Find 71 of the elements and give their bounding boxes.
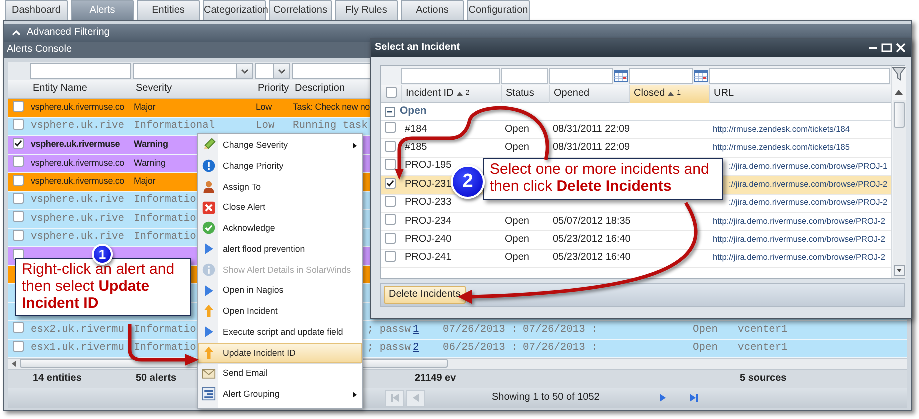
table-cell-text: PROJ-234 [404, 216, 452, 228]
table-cell: vsphere.uk.rive [30, 120, 125, 132]
table-cell-text: Open [504, 124, 530, 136]
table-cell: Running task [292, 120, 368, 132]
table-cell-text: 08/31/2011 22:09 [552, 124, 630, 136]
table-cell: Major [133, 176, 156, 188]
table-cell-text: 08/31/2011 22:09 [552, 142, 630, 154]
table-cell-text: PROJ-195 [404, 160, 452, 172]
table-cell-text: 05/23/2012 16:40 [552, 252, 631, 264]
group-label: Open [400, 105, 427, 118]
table-cell-text: ://jira.demo.rivermuse.com/browse/PROJ-2 [728, 180, 888, 190]
table-cell: Open [692, 324, 718, 336]
table-cell: 07/26/2013 : [522, 342, 598, 354]
table-cell: esx2.uk.rivermu [30, 324, 125, 336]
table-cell: 06/25/2013 : [442, 342, 518, 354]
table-cell: Informatio [133, 212, 196, 225]
table-cell: Warning [133, 158, 166, 169]
table-cell-text: http://rmuse.zendesk.com/tickets/185 [712, 143, 850, 154]
table-cell: esx1.uk.rivermu [30, 342, 125, 354]
table-cell: 07/26/2013 : [522, 324, 598, 336]
table-cell: Low [255, 120, 275, 132]
entity-count: 14 entities [32, 373, 82, 385]
table-cell-text: Open [504, 252, 530, 264]
table-cell-text: #184 [404, 124, 428, 136]
table-cell-text: Open [504, 234, 530, 246]
table-cell-text: #185 [404, 142, 428, 154]
table-cell: Open [692, 342, 718, 354]
table-cell-text: Open [504, 142, 530, 154]
callout-tooltip: Select one or more incidents and then click Delete Incidents [483, 158, 723, 200]
table-cell: Informatio [133, 324, 196, 336]
table-cell: vsphere.uk.rive [30, 231, 125, 244]
table-cell: vcenter1 [737, 324, 788, 336]
alert-count: 50 alerts [135, 373, 177, 385]
panel-title: Alerts Console [7, 44, 72, 55]
table-cell: Task: Check new no [292, 102, 370, 114]
table-cell: ; passw [366, 324, 412, 336]
table-cell-text: http://rmuse.zendesk.com/tickets/184 [712, 124, 850, 135]
table-cell-text: PROJ-240 [404, 234, 452, 246]
pager-status: Showing 1 to 50 of 1052 [492, 392, 600, 404]
table-cell: vsphere.uk.rivermuse.co [30, 158, 124, 169]
callout-tooltip: Right-click an alert and then select Update Incident ID [15, 258, 191, 316]
table-cell-text: 05/07/2012 18:35 [552, 216, 631, 228]
table-cell: Warning [133, 139, 168, 150]
table-cell-text: PROJ-231 [404, 178, 452, 191]
table-cell: vcenter1 [737, 342, 788, 354]
source-count: 5 sources [739, 373, 787, 385]
table-cell: vsphere.uk.rive [30, 194, 125, 206]
table-cell-text: Open [504, 216, 530, 228]
table-cell: Informational [133, 120, 216, 132]
table-cell-text: http://jira.demo.rivermuse.com/browse/PROJ-2 [712, 216, 886, 227]
table-cell-text: PROJ-241 [404, 252, 452, 264]
table-cell: Informatio [133, 342, 196, 354]
table-cell: Low [255, 102, 272, 114]
table-cell: Informatio [133, 231, 196, 244]
table-cell: vsphere.uk.rivermuse.co [30, 102, 124, 114]
table-cell: vsphere.uk.rivermuse.co [30, 176, 124, 188]
table-cell-text: ://jira.demo.rivermuse.com/browse/PROJ-2 [728, 198, 888, 208]
table-cell: ; passw [366, 342, 412, 354]
table-cell: vsphere.uk.rivermuse [30, 139, 120, 150]
table-cell-text: http://jira.demo.rivermuse.com/browse/PROJ-2 [712, 235, 886, 246]
panel-title: Advanced Filtering [27, 27, 110, 39]
table-cell: 07/26/2013 : [442, 324, 518, 336]
dialog-title: Select an Incident [375, 42, 460, 54]
table-cell-text: ://jira.demo.rivermuse.com/browse/PROJ-1 [728, 162, 888, 172]
table-cell-text: http://jira.demo.rivermuse.com/browse/PROJ-2 [712, 253, 886, 264]
table-cell-text: 05/23/2012 16:40 [552, 234, 631, 246]
table-cell: vsphere.uk.rive [30, 212, 125, 225]
table-cell: Major [133, 102, 156, 114]
table-cell-text: PROJ-233 [404, 197, 452, 210]
event-count: 21149 ev [414, 373, 456, 385]
table-cell: Informatio [133, 194, 196, 206]
